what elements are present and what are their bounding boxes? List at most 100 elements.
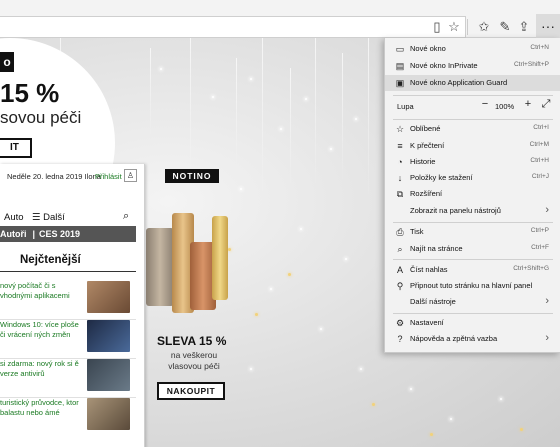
ad-brand-logo[interactable]: NOTINO (165, 169, 219, 183)
menu-item-shortcut: Ctrl+H (530, 157, 549, 164)
ad-subline: na veškerou vlasovou péči (168, 350, 220, 371)
date-label: Neděle 20. ledna 2019 Ilona (7, 172, 101, 181)
menu-item-label: Nové okno (410, 44, 446, 53)
zoom-label: Lupa (397, 102, 414, 111)
shop-button[interactable]: NAKOUPIT (157, 382, 225, 400)
nav-authors[interactable]: Autoři (0, 229, 27, 239)
list-item[interactable]: turistický průvodce, ktor balastu nebo á… (0, 398, 138, 434)
browser-toolbar: ▯ ☆ ✩ ✎ ⇪ ··· (0, 0, 560, 40)
menu-item-more-tools[interactable]: Další nástroje › (385, 294, 560, 310)
menu-item-favorites[interactable]: ☆ Oblíbené Ctrl+I (385, 121, 560, 137)
application-guard-icon: ▣ (395, 78, 405, 88)
menu-item-label: Nové okno InPrivate (410, 61, 478, 70)
chevron-right-icon: › (545, 295, 549, 307)
menu-item-extensions[interactable]: ⧉ Rozšíření (385, 186, 560, 202)
menu-item-new-inprivate[interactable]: ▤ Nové okno InPrivate Ctrl+Shift+P (385, 58, 560, 74)
article-thumbnail[interactable] (87, 398, 130, 430)
product-image (212, 216, 228, 300)
hero-brand-tag: o (0, 52, 14, 72)
favorites-hub-icon[interactable]: ✩ (474, 17, 494, 37)
menu-item-reading-list[interactable]: ≡ K přečtení Ctrl+M (385, 138, 560, 154)
article-title[interactable]: si zdarma: nový rok si ě verze antivirů (0, 359, 84, 379)
section-title: Nejčtenější (20, 254, 81, 266)
menu-item-label: Číst nahlas (410, 265, 448, 274)
address-bar[interactable] (0, 16, 466, 38)
menu-item-shortcut: Ctrl+I (533, 124, 549, 131)
login-link[interactable]: Přihlásit (95, 172, 122, 181)
menu-item-shortcut: Ctrl+N (530, 44, 549, 51)
more-icon[interactable]: ··· (536, 14, 560, 40)
read-aloud-icon: A (396, 265, 403, 275)
menu-icon: ☰ (32, 212, 44, 223)
zoom-level: 100% (495, 102, 515, 111)
reading-list-icon: ≡ (397, 141, 403, 151)
user-icon[interactable]: ♙ (124, 169, 137, 182)
menu-item-find[interactable]: ⌕ Najít na stránce Ctrl+F (385, 241, 560, 257)
chevron-right-icon: › (545, 204, 549, 216)
menu-item-show-in-toolbar[interactable]: Zobrazit na panelu nástrojů › (385, 203, 560, 219)
nav-more-label: Další (43, 212, 65, 223)
menu-item-label: Tisk (410, 227, 424, 236)
article-title[interactable]: Windows 10: více ploše či vrácení ných z… (0, 320, 84, 340)
menu-item-label: Oblíbené (410, 124, 441, 133)
news-sidebar: Neděle 20. ledna 2019 Ilona Přihlásit ♙ … (0, 164, 145, 447)
nav-ces[interactable]: CES 2019 (39, 229, 80, 239)
menu-item-label: Položky ke stažení (410, 173, 473, 182)
nav-more[interactable]: ☰ Další (32, 212, 65, 223)
menu-item-downloads[interactable]: ↓ Položky ke stažení Ctrl+J (385, 170, 560, 186)
menu-item-application-guard[interactable]: ▣ Nové okno Application Guard (385, 75, 560, 91)
toolbar-divider (467, 19, 468, 35)
list-item[interactable]: Windows 10: více ploše či vrácení ných z… (0, 320, 138, 359)
menu-item-shortcut: Ctrl+Shift+G (513, 265, 549, 272)
favorite-star-icon[interactable]: ☆ (444, 17, 464, 37)
chevron-right-icon: › (545, 332, 549, 344)
ad-headline: SLEVA 15 % (157, 334, 227, 348)
print-icon: ⎙ (396, 227, 404, 237)
settings-menu: ▭ Nové okno Ctrl+N ▤ Nové okno InPrivate… (384, 38, 560, 353)
zoom-in-button[interactable]: + (521, 98, 535, 110)
menu-item-label: Najít na stránce (410, 244, 463, 253)
menu-item-shortcut: Ctrl+F (531, 244, 549, 251)
help-icon: ? (397, 334, 403, 344)
pin-icon: ⚲ (396, 281, 404, 291)
product-image (146, 228, 174, 306)
menu-divider (393, 222, 553, 223)
find-icon: ⌕ (397, 244, 403, 254)
menu-item-label: Nastavení (410, 318, 444, 327)
list-item[interactable]: si zdarma: nový rok si ě verze antivirů (0, 359, 138, 398)
article-title[interactable]: nový počítač či s vhodnými aplikacemi (0, 281, 84, 301)
menu-divider (393, 259, 553, 260)
menu-item-settings[interactable]: ⚙ Nastavení (385, 315, 560, 331)
hero-text: sovou péči (0, 108, 82, 127)
menu-item-history[interactable]: ◔ Historie Ctrl+H (385, 154, 560, 170)
share-icon[interactable]: ⇪ (514, 17, 534, 37)
settings-icon: ⚙ (395, 318, 405, 328)
menu-divider (393, 95, 553, 96)
hero-button[interactable]: IT (0, 138, 32, 158)
menu-item-pin-to-taskbar[interactable]: ⚲ Připnout tuto stránku na hlavní panel (385, 278, 560, 294)
menu-item-label: Nové okno Application Guard (410, 78, 508, 87)
menu-item-print[interactable]: ⎙ Tisk Ctrl+P (385, 224, 560, 240)
nav-auto[interactable]: Auto (4, 212, 24, 223)
fullscreen-icon[interactable]: ⤢ (539, 98, 553, 111)
menu-item-read-aloud[interactable]: A Číst nahlas Ctrl+Shift+G (385, 262, 560, 278)
zoom-out-button[interactable]: − (478, 98, 492, 110)
article-thumbnail[interactable] (87, 281, 130, 313)
menu-item-new-window[interactable]: ▭ Nové okno Ctrl+N (385, 41, 560, 57)
article-title[interactable]: turistický průvodce, ktor balastu nebo á… (0, 398, 84, 418)
new-window-icon: ▭ (395, 44, 405, 54)
menu-item-help[interactable]: ? Nápověda a zpětná vazba › (385, 331, 560, 347)
menu-item-label: Rozšíření (410, 189, 443, 198)
menu-item-shortcut: Ctrl+P (530, 227, 549, 234)
pen-icon[interactable]: ✎ (495, 17, 515, 37)
article-thumbnail[interactable] (87, 359, 130, 391)
inprivate-icon: ▤ (395, 61, 405, 71)
menu-item-shortcut: Ctrl+Shift+P (513, 61, 549, 68)
article-thumbnail[interactable] (87, 320, 130, 352)
list-item[interactable]: nový počítač či s vhodnými aplikacemi (0, 281, 138, 320)
downloads-icon: ↓ (397, 173, 403, 183)
history-icon: ◔ (397, 157, 403, 167)
menu-item-label: Připnout tuto stránku na hlavní panel (410, 281, 533, 290)
menu-item-label: Další nástroje (410, 297, 456, 306)
search-icon[interactable]: ⌕ (123, 210, 137, 224)
